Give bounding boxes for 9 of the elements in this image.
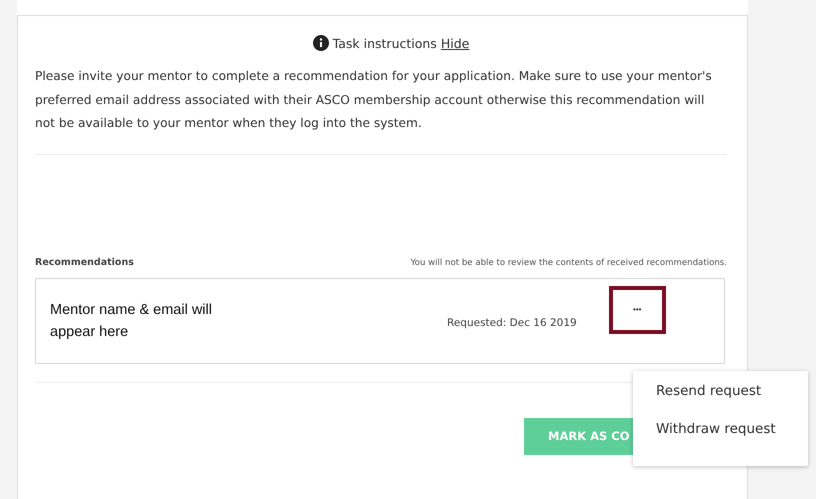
hide-link[interactable]: Hide (440, 36, 470, 50)
more-options-button[interactable]: ••• (608, 286, 666, 334)
section-note: You will not be able to review the contents of received recommendations. (410, 258, 727, 268)
requested-date: Requested: Dec 16 2019 (447, 316, 577, 328)
mentor-placeholder-text: Mentor name & email will appear here (50, 300, 213, 342)
info-icon (312, 35, 329, 51)
instructions-label: Task instructions (332, 36, 437, 50)
instructions-text: Please invite your mentor to complete a recommendation for your application. Make sure to use your mentor's preferred email address associated with their ASCO membership account otherwise this recommendation will not be available to your mentor when they log into the system. (35, 68, 713, 132)
section-heading: Recommendations (35, 256, 134, 268)
